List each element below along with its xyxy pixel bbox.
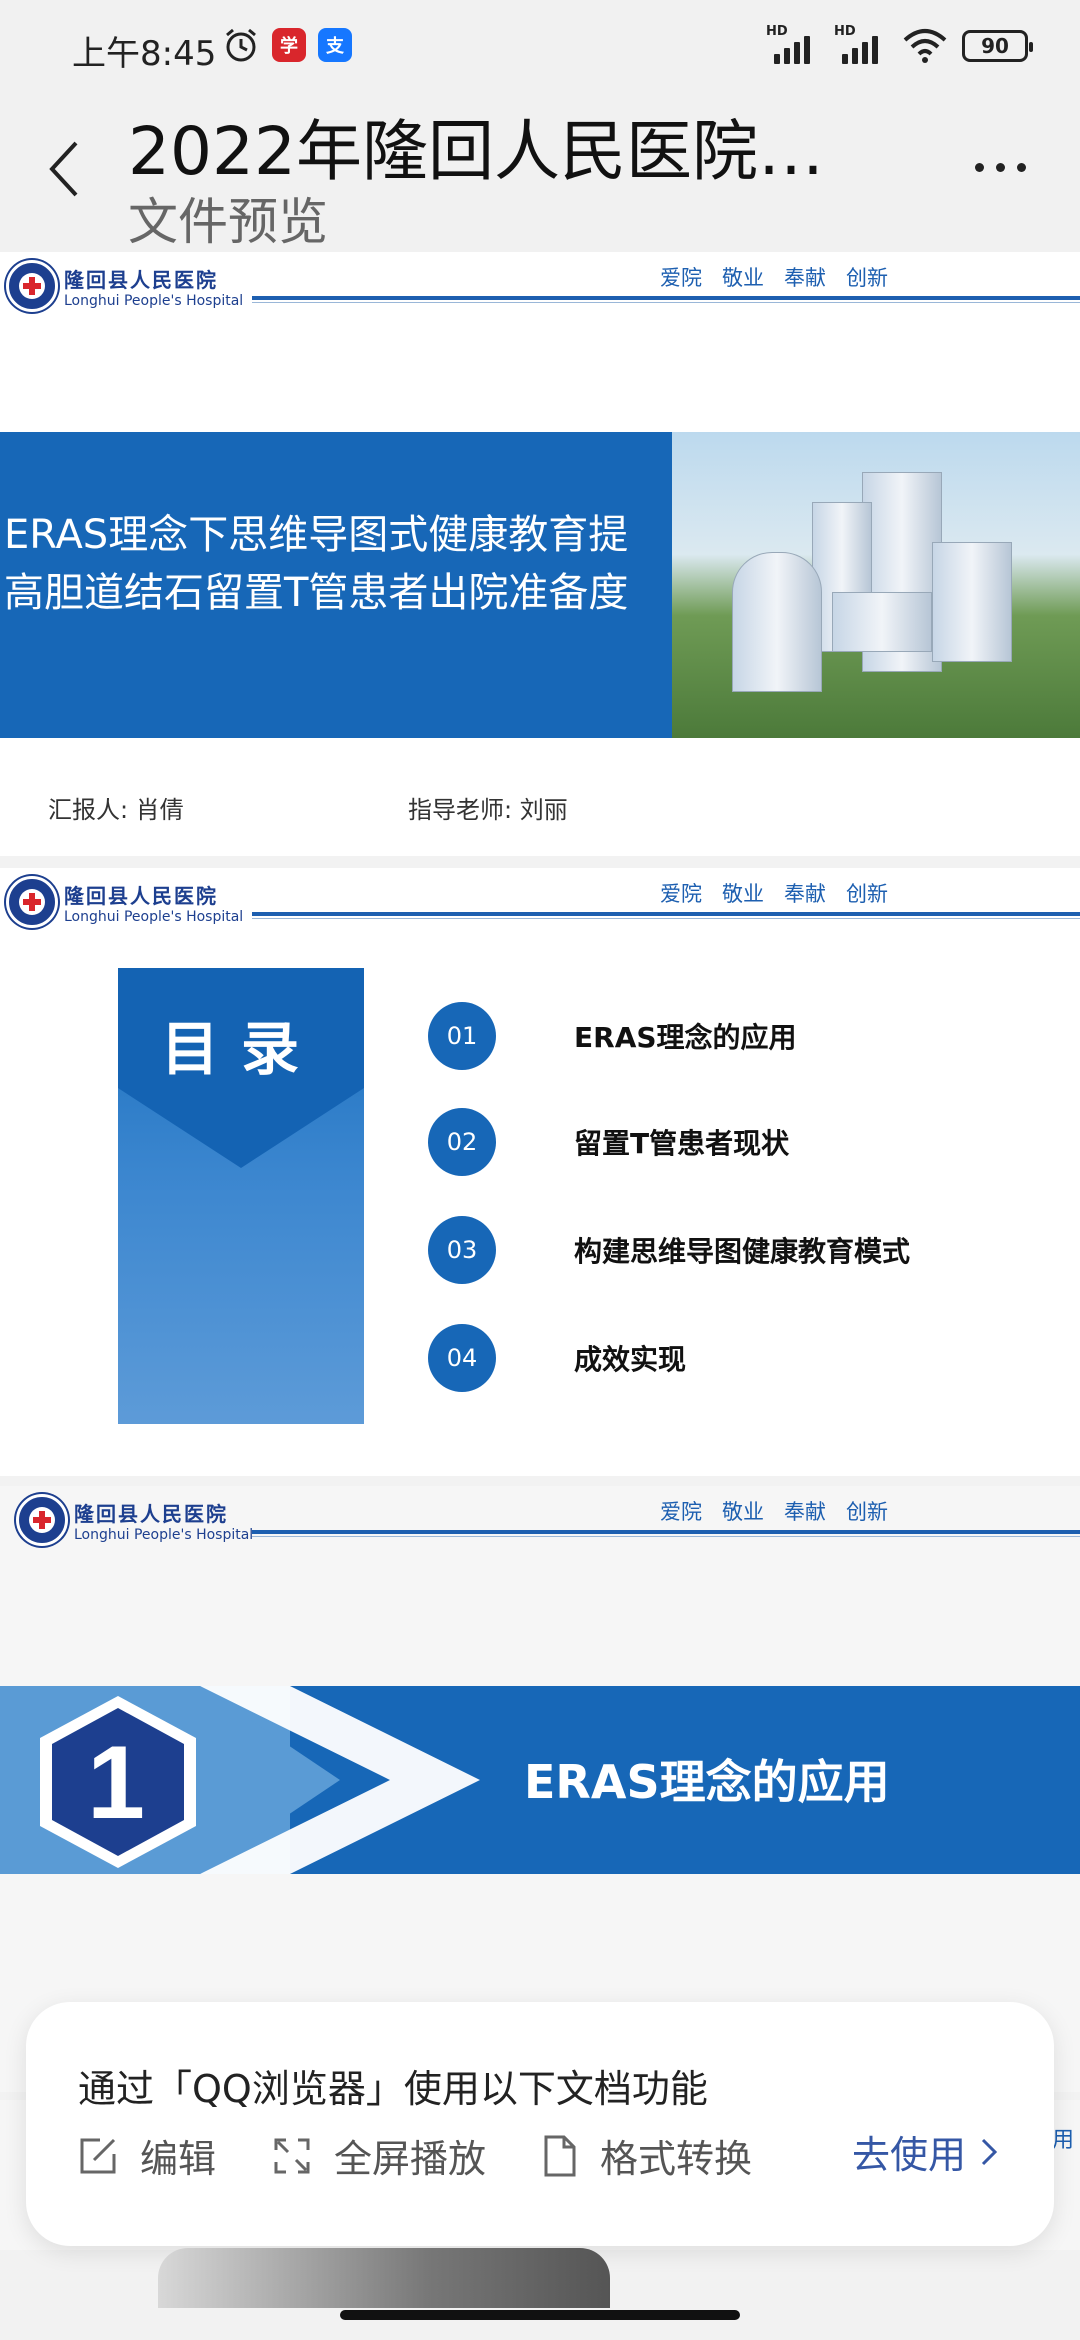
- toc-item[interactable]: 03 构建思维导图健康教育模式: [428, 1216, 910, 1284]
- hospital-logo: 隆回县人民医院 Longhui People's Hospital: [6, 260, 243, 312]
- slide-header: 隆回县人民医院 Longhui People's Hospital 爱院 敬业 …: [0, 1486, 1080, 1550]
- hospital-name-en: Longhui People's Hospital: [64, 908, 244, 925]
- hospital-emblem-icon: [16, 1494, 68, 1546]
- status-system-icons: HD HD 90: [766, 24, 1033, 64]
- toc-label: 构建思维导图健康教育模式: [574, 1235, 911, 1268]
- toc-label: 留置T管患者现状: [574, 1127, 790, 1160]
- dot-icon: [995, 162, 1005, 172]
- go-use-button[interactable]: 去使用: [852, 2124, 998, 2179]
- header-divider: [252, 1536, 1080, 1537]
- status-notification-icons: 学 支: [222, 26, 352, 64]
- bottom-toolbar-handle[interactable]: [158, 2248, 610, 2308]
- signal-icon: HD: [766, 24, 820, 64]
- toc-item[interactable]: 04 成效实现: [428, 1324, 686, 1392]
- svg-text:1: 1: [87, 1725, 145, 1841]
- toc-item[interactable]: 01 ERAS理念的应用: [428, 1002, 797, 1070]
- app-header: 2022年隆回人民医院… 文件预览: [0, 96, 1080, 252]
- hospital-emblem-icon: [6, 876, 58, 928]
- hospital-name-cn: 隆回县人民医院: [64, 267, 218, 292]
- battery-icon: 90: [962, 30, 1033, 62]
- format-convert-button[interactable]: 格式转换: [542, 2128, 752, 2183]
- hospital-motto: 爱院 敬业 奉献 创新: [660, 1500, 888, 1524]
- hospital-motto: 爱院 敬业 奉献 创新: [660, 266, 888, 290]
- header-divider: [252, 912, 1080, 916]
- dot-icon: [974, 162, 984, 172]
- slide-2[interactable]: 隆回县人民医院 Longhui People's Hospital 爱院 敬业 …: [0, 868, 1080, 1476]
- hospital-name-en: Longhui People's Hospital: [74, 1526, 254, 1543]
- toc-number: 01: [428, 1002, 496, 1070]
- toc-label: ERAS理念的应用: [574, 1021, 797, 1054]
- header-divider: [252, 918, 1080, 919]
- hospital-emblem-icon: [6, 260, 58, 312]
- hospital-logo: 隆回县人民医院 Longhui People's Hospital: [6, 876, 243, 928]
- section-number-hexagon: 1: [40, 1696, 196, 1868]
- page-subtitle: 文件预览: [128, 193, 328, 251]
- wifi-icon: [903, 29, 947, 63]
- edit-button[interactable]: 编辑: [78, 2128, 216, 2183]
- edit-icon: [80, 2138, 116, 2173]
- fullscreen-icon: [274, 2138, 310, 2173]
- slide-title: ERAS理念下思维导图式健康教育提高胆道结石留置T管患者出院准备度: [4, 512, 629, 616]
- alarm-icon: [226, 28, 256, 62]
- alipay-app-icon: 支: [318, 28, 352, 62]
- toc-panel: 目录: [118, 968, 364, 1424]
- status-bar: 上午8:45 学 支 HD HD 90: [0, 0, 1080, 96]
- hospital-name-en: Longhui People's Hospital: [64, 292, 244, 309]
- section-title: ERAS理念的应用: [524, 1755, 890, 1809]
- hospital-name-cn: 隆回县人民医院: [64, 883, 218, 908]
- toc-number: 04: [428, 1324, 496, 1392]
- slide-header: 隆回县人民医院 Longhui People's Hospital 爱院 敬业 …: [0, 868, 1080, 932]
- header-divider: [252, 302, 1080, 303]
- popup-actions: 编辑 全屏播放 格式转换: [78, 2128, 752, 2183]
- dot-icon: [1016, 162, 1026, 172]
- title-banner: ERAS理念下思维导图式健康教育提高胆道结石留置T管患者出院准备度: [0, 432, 672, 738]
- toc-title: 目录: [160, 1015, 321, 1083]
- status-time: 上午8:45: [72, 34, 217, 74]
- advisor-label: 指导老师: 刘丽: [408, 796, 568, 824]
- header-divider: [252, 1530, 1080, 1534]
- popup-message: 通过「QQ浏览器」使用以下文档功能: [78, 2067, 708, 2111]
- document-icon: [544, 2135, 576, 2176]
- qq-browser-popup: 通过「QQ浏览器」使用以下文档功能 编辑 全屏播放 格式转换 去使用: [26, 2002, 1054, 2246]
- fullscreen-play-button[interactable]: 全屏播放: [272, 2128, 486, 2183]
- header-divider: [252, 296, 1080, 300]
- slide-1[interactable]: 隆回县人民医院 Longhui People's Hospital 爱院 敬业 …: [0, 252, 1080, 856]
- hospital-logo: 隆回县人民医院 Longhui People's Hospital: [16, 1494, 253, 1546]
- signal-icon: HD: [834, 24, 888, 64]
- chevron-right-icon: [981, 2138, 998, 2165]
- chevron-left-icon: [49, 141, 78, 197]
- toc-number: 03: [428, 1216, 496, 1284]
- hospital-motto: 用: [1052, 2128, 1075, 2153]
- hospital-motto: 爱院 敬业 奉献 创新: [660, 882, 888, 906]
- hospital-name-cn: 隆回县人民医院: [74, 1501, 228, 1526]
- more-options-button[interactable]: [960, 142, 1040, 192]
- reporter-label: 汇报人: 肖倩: [48, 796, 184, 824]
- slide-header: 隆回县人民医院 Longhui People's Hospital 爱院 敬业 …: [0, 252, 1080, 316]
- toc-item[interactable]: 02 留置T管患者现状: [428, 1108, 789, 1176]
- toc-label: 成效实现: [574, 1343, 687, 1376]
- back-button[interactable]: [28, 124, 100, 214]
- toc-number: 02: [428, 1108, 496, 1176]
- hospital-building-image: [672, 432, 1080, 738]
- study-app-icon: 学: [272, 28, 306, 62]
- page-title: 2022年隆回人民医院…: [128, 113, 824, 190]
- home-indicator[interactable]: [340, 2310, 740, 2320]
